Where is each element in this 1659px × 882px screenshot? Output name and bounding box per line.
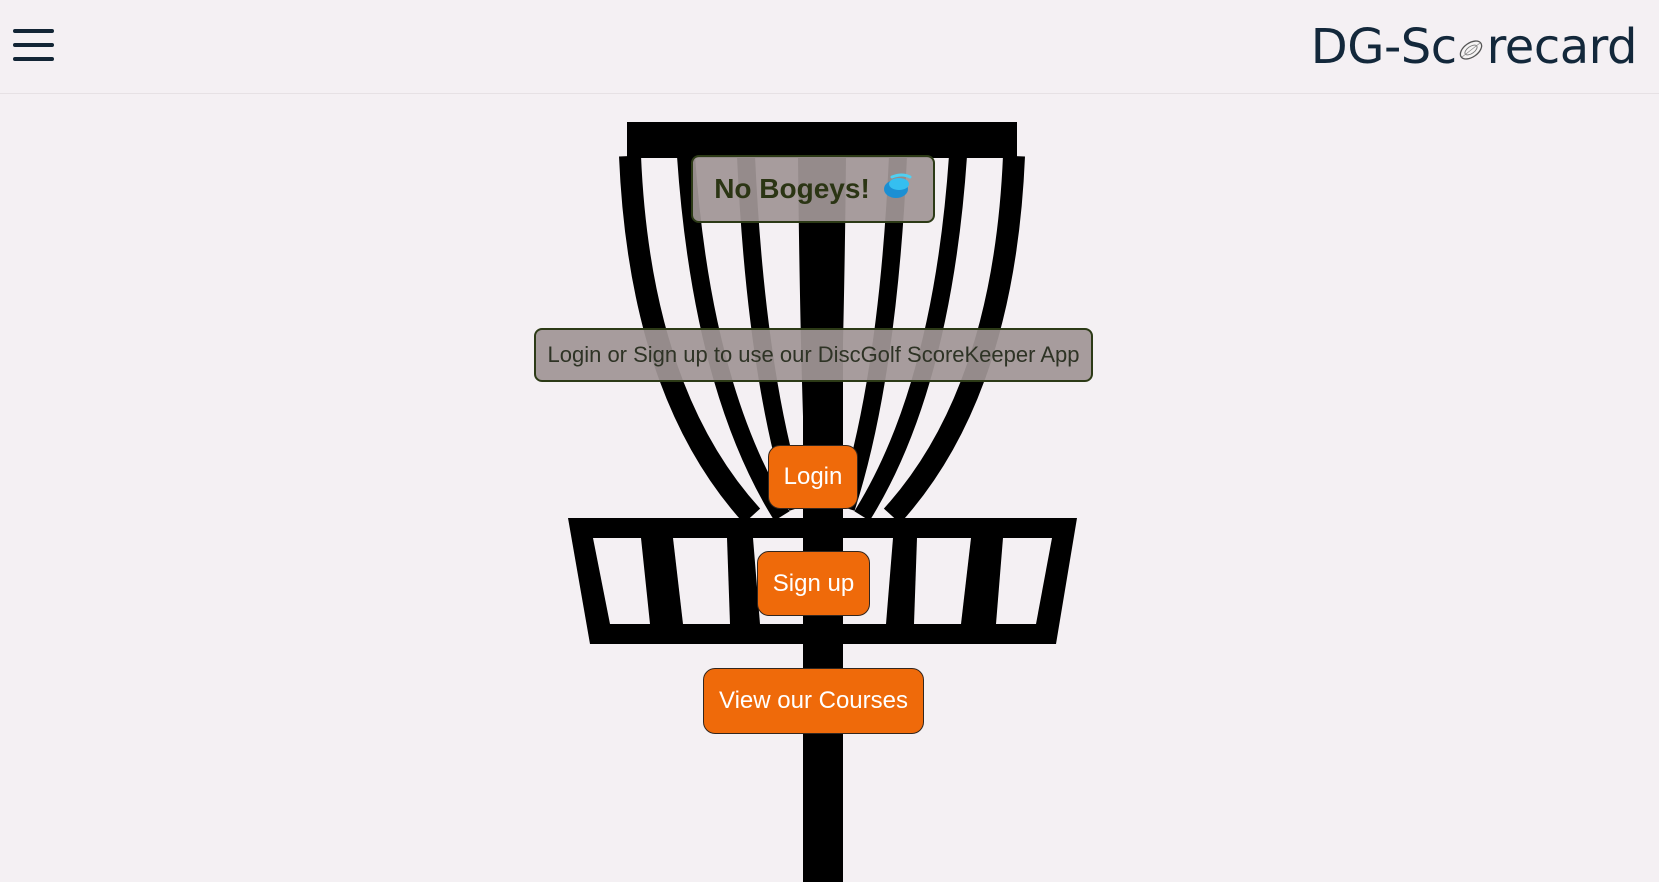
login-button[interactable]: Login bbox=[768, 445, 858, 509]
hamburger-menu-icon[interactable] bbox=[13, 26, 55, 64]
brand-prefix: DG-Sc bbox=[1310, 19, 1457, 75]
view-courses-button[interactable]: View our Courses bbox=[703, 668, 924, 734]
intro-message: Login or Sign up to use our DiscGolf Sco… bbox=[534, 328, 1093, 382]
flying-disc-icon bbox=[882, 171, 912, 208]
brand-logo[interactable]: DG-Sc recard bbox=[1310, 18, 1638, 76]
disc-icon bbox=[1457, 18, 1487, 76]
tagline-banner: No Bogeys! bbox=[691, 155, 935, 223]
brand-suffix: recard bbox=[1486, 19, 1638, 75]
top-navbar: DG-Sc recard bbox=[0, 0, 1659, 94]
signup-button[interactable]: Sign up bbox=[757, 551, 870, 616]
tagline-text: No Bogeys! bbox=[714, 173, 870, 204]
